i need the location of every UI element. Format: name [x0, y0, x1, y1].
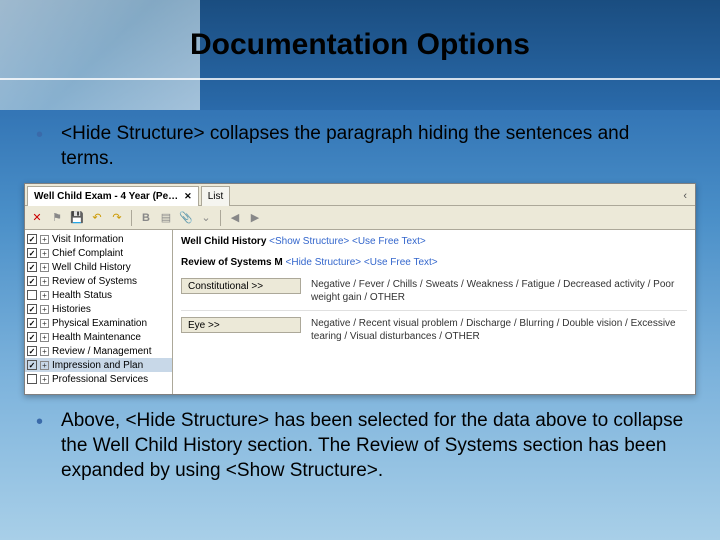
toolbar-save-icon[interactable]: 💾 — [69, 210, 85, 226]
tree-item[interactable]: + Histories — [25, 302, 172, 316]
expand-icon[interactable]: + — [40, 375, 49, 384]
checkbox-icon[interactable] — [27, 318, 37, 328]
tree-item[interactable]: + Review of Systems — [25, 274, 172, 288]
tree-label: Health Status — [52, 290, 112, 301]
expand-icon[interactable]: + — [40, 235, 49, 244]
toolbar-left-icon[interactable]: ◀ — [227, 210, 243, 226]
tree-item[interactable]: + Visit Information — [25, 232, 172, 246]
tree-pane: + Visit Information + Chief Complaint + … — [25, 230, 173, 394]
tab-active[interactable]: Well Child Exam - 4 Year (Pe… ✕ — [27, 186, 199, 206]
constitutional-button[interactable]: Constitutional >> — [181, 278, 301, 294]
data-row: Eye >> Negative / Recent visual problem … — [181, 317, 687, 343]
bullet-bottom: • Above, <Hide Structure> has been selec… — [36, 409, 684, 483]
app-screenshot: Well Child Exam - 4 Year (Pe… ✕ List ‹ ✕… — [24, 183, 696, 395]
tree-label: Histories — [52, 304, 91, 315]
tree-item[interactable]: + Well Child History — [25, 260, 172, 274]
tab-bar: Well Child Exam - 4 Year (Pe… ✕ List ‹ — [25, 184, 695, 206]
tab-list-label: List — [208, 191, 224, 202]
tree-label: Physical Examination — [52, 318, 147, 329]
tree-item[interactable]: + Professional Services — [25, 372, 172, 386]
checkbox-icon[interactable] — [27, 346, 37, 356]
toolbar-down-icon[interactable]: ⌄ — [198, 210, 214, 226]
checkbox-icon[interactable] — [27, 234, 37, 244]
checkbox-icon[interactable] — [27, 262, 37, 272]
expand-icon[interactable]: + — [40, 305, 49, 314]
data-values: Negative / Fever / Chills / Sweats / Wea… — [311, 278, 687, 304]
bullet-bottom-text: Above, <Hide Structure> has been selecte… — [61, 409, 684, 483]
tree-item[interactable]: + Health Maintenance — [25, 330, 172, 344]
tab-nav-left-icon[interactable]: ‹ — [677, 190, 693, 202]
tree-item-selected[interactable]: + Impression and Plan — [25, 358, 172, 372]
use-free-text-link[interactable]: <Use Free Text> — [352, 236, 426, 247]
toolbar-clip-icon[interactable]: 📎 — [178, 210, 194, 226]
bullet-dot-icon: • — [36, 409, 43, 483]
tab-list[interactable]: List — [201, 186, 231, 206]
expand-icon[interactable]: + — [40, 361, 49, 370]
detail-pane: Well Child History <Show Structure> <Use… — [173, 230, 695, 394]
expand-icon[interactable]: + — [40, 347, 49, 356]
tree-label: Visit Information — [52, 234, 124, 245]
row-divider — [181, 310, 687, 311]
tree-label: Health Maintenance — [52, 332, 141, 343]
expand-icon[interactable]: + — [40, 291, 49, 300]
checkbox-icon[interactable] — [27, 304, 37, 314]
checkbox-icon[interactable] — [27, 360, 37, 370]
expand-icon[interactable]: + — [40, 319, 49, 328]
eye-button[interactable]: Eye >> — [181, 317, 301, 333]
expand-icon[interactable]: + — [40, 263, 49, 272]
use-free-text-link[interactable]: <Use Free Text> — [364, 257, 438, 268]
tree-label: Impression and Plan — [52, 360, 143, 371]
checkbox-icon[interactable] — [27, 374, 37, 384]
expand-icon[interactable]: + — [40, 249, 49, 258]
bullet-top: • <Hide Structure> collapses the paragra… — [36, 122, 684, 171]
checkbox-icon[interactable] — [27, 276, 37, 286]
app-body: + Visit Information + Chief Complaint + … — [25, 230, 695, 394]
toolbar-separator — [220, 210, 221, 226]
tree-label: Review of Systems — [52, 276, 137, 287]
toolbar-redo-icon[interactable]: ↷ — [109, 210, 125, 226]
bullet-dot-icon: • — [36, 122, 43, 171]
toolbar-close-icon[interactable]: ✕ — [29, 210, 45, 226]
tab-active-label: Well Child Exam - 4 Year (Pe… — [34, 191, 178, 202]
section-well-child-history: Well Child History <Show Structure> <Use… — [181, 236, 687, 247]
checkbox-icon[interactable] — [27, 248, 37, 258]
toolbar-flag-icon[interactable]: ⚑ — [49, 210, 65, 226]
section-title: Review of Systems — [181, 257, 272, 268]
toolbar: ✕ ⚑ 💾 ↶ ↷ B ▤ 📎 ⌄ ◀ ▶ — [25, 206, 695, 230]
tree-item[interactable]: + Health Status — [25, 288, 172, 302]
toolbar-bold-icon[interactable]: B — [138, 210, 154, 226]
tree-label: Well Child History — [52, 262, 131, 273]
tree-label: Review / Management — [52, 346, 152, 357]
tree-item[interactable]: + Review / Management — [25, 344, 172, 358]
expand-icon[interactable]: + — [40, 277, 49, 286]
section-modifier: M — [274, 257, 282, 268]
data-values: Negative / Recent visual problem / Disch… — [311, 317, 687, 343]
data-row: Constitutional >> Negative / Fever / Chi… — [181, 278, 687, 304]
expand-icon[interactable]: + — [40, 333, 49, 342]
tree-label: Chief Complaint — [52, 248, 123, 259]
close-icon[interactable]: ✕ — [184, 191, 192, 202]
toolbar-separator — [131, 210, 132, 226]
section-title: Well Child History — [181, 236, 266, 247]
slide-content: • <Hide Structure> collapses the paragra… — [0, 112, 720, 540]
toolbar-undo-icon[interactable]: ↶ — [89, 210, 105, 226]
checkbox-icon[interactable] — [27, 290, 37, 300]
toolbar-right-icon[interactable]: ▶ — [247, 210, 263, 226]
slide-title: Documentation Options — [0, 28, 720, 62]
tree-item[interactable]: + Chief Complaint — [25, 246, 172, 260]
checkbox-icon[interactable] — [27, 332, 37, 342]
tree-label: Professional Services — [52, 374, 148, 385]
section-review-of-systems: Review of Systems M <Hide Structure> <Us… — [181, 257, 687, 268]
bullet-top-text: <Hide Structure> collapses the paragraph… — [61, 122, 684, 171]
hide-structure-link[interactable]: <Hide Structure> — [286, 257, 362, 268]
toolbar-doc-icon[interactable]: ▤ — [158, 210, 174, 226]
tree-item[interactable]: + Physical Examination — [25, 316, 172, 330]
show-structure-link[interactable]: <Show Structure> — [269, 236, 349, 247]
